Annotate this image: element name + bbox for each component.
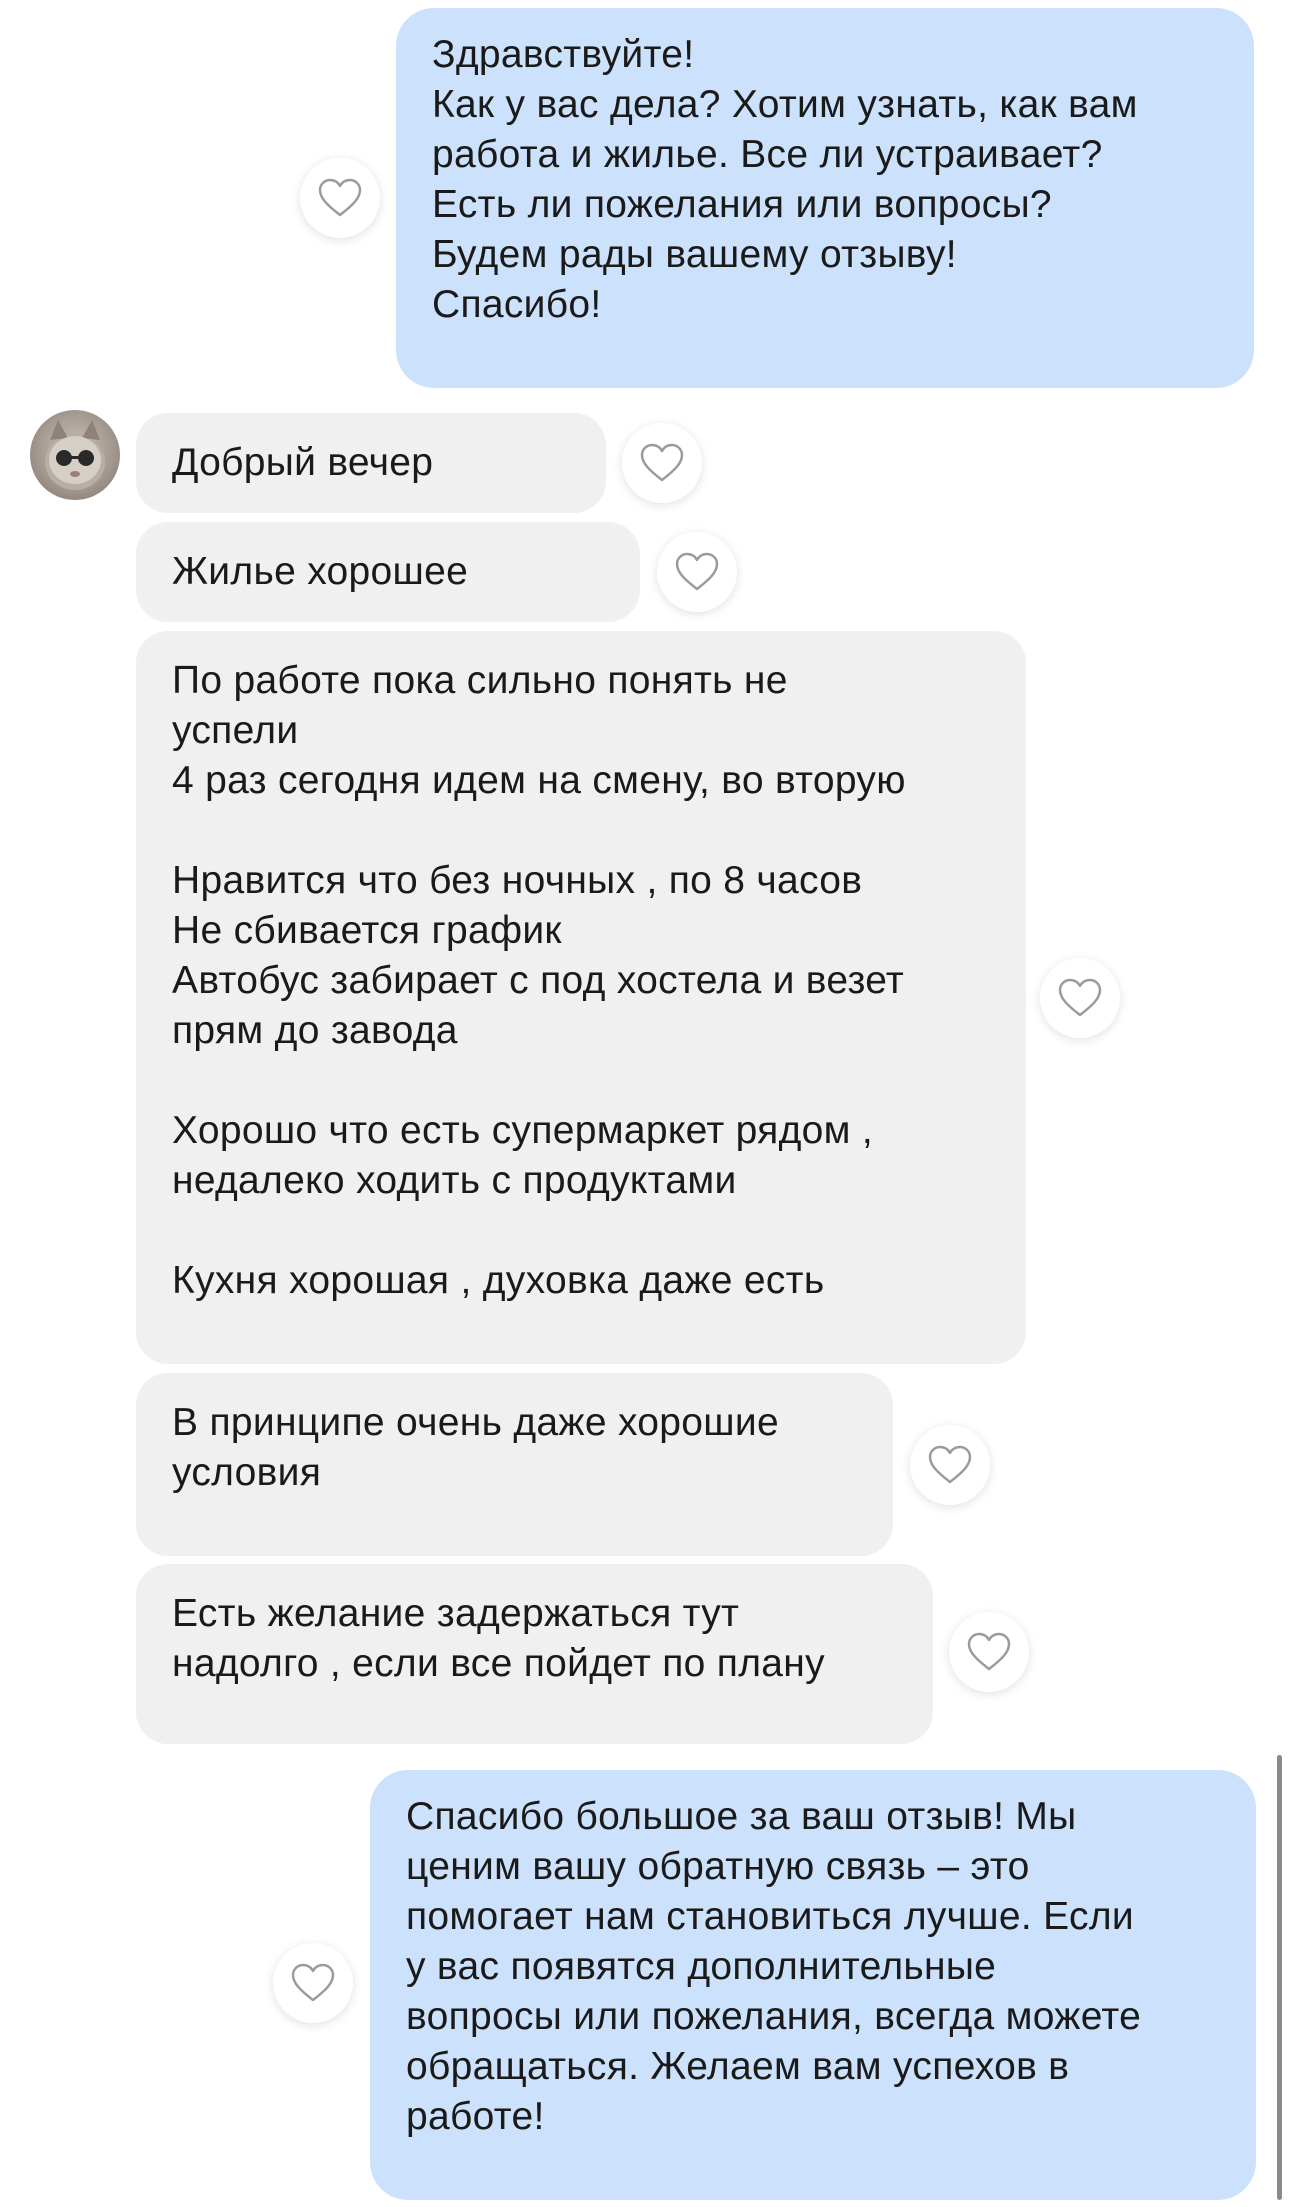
heart-outline-icon <box>1058 978 1102 1017</box>
message-bubble-incoming[interactable]: Добрый вечер <box>136 413 606 513</box>
like-button[interactable] <box>910 1425 990 1505</box>
heart-outline-icon <box>928 1445 972 1484</box>
message-bubble-incoming[interactable]: В принципе очень даже хорошие условия <box>136 1373 893 1556</box>
heart-outline-icon <box>967 1632 1011 1671</box>
message-bubble-incoming[interactable]: По работе пока сильно понять не успели 4… <box>136 631 1026 1364</box>
like-button[interactable] <box>273 1943 353 2023</box>
like-button[interactable] <box>1040 958 1120 1038</box>
message-bubble-outgoing[interactable]: Здравствуйте! Как у вас дела? Хотим узна… <box>396 8 1254 388</box>
heart-outline-icon <box>675 552 719 591</box>
message-bubble-incoming[interactable]: Есть желание задержаться тут надолго , е… <box>136 1564 933 1744</box>
heart-outline-icon <box>291 1963 335 2002</box>
message-bubble-outgoing[interactable]: Спасибо большое за ваш отзыв! Мы ценим в… <box>370 1770 1256 2200</box>
scrollbar[interactable] <box>1277 1755 1282 2200</box>
heart-outline-icon <box>318 178 362 217</box>
like-button[interactable] <box>622 423 702 503</box>
cat-avatar-image <box>45 420 105 490</box>
message-bubble-incoming[interactable]: Жилье хорошее <box>136 522 640 622</box>
like-button[interactable] <box>300 158 380 238</box>
chat-thread: Здравствуйте! Как у вас дела? Хотим узна… <box>0 0 1290 2207</box>
like-button[interactable] <box>949 1612 1029 1692</box>
avatar[interactable] <box>30 410 120 500</box>
like-button[interactable] <box>657 532 737 612</box>
heart-outline-icon <box>640 443 684 482</box>
